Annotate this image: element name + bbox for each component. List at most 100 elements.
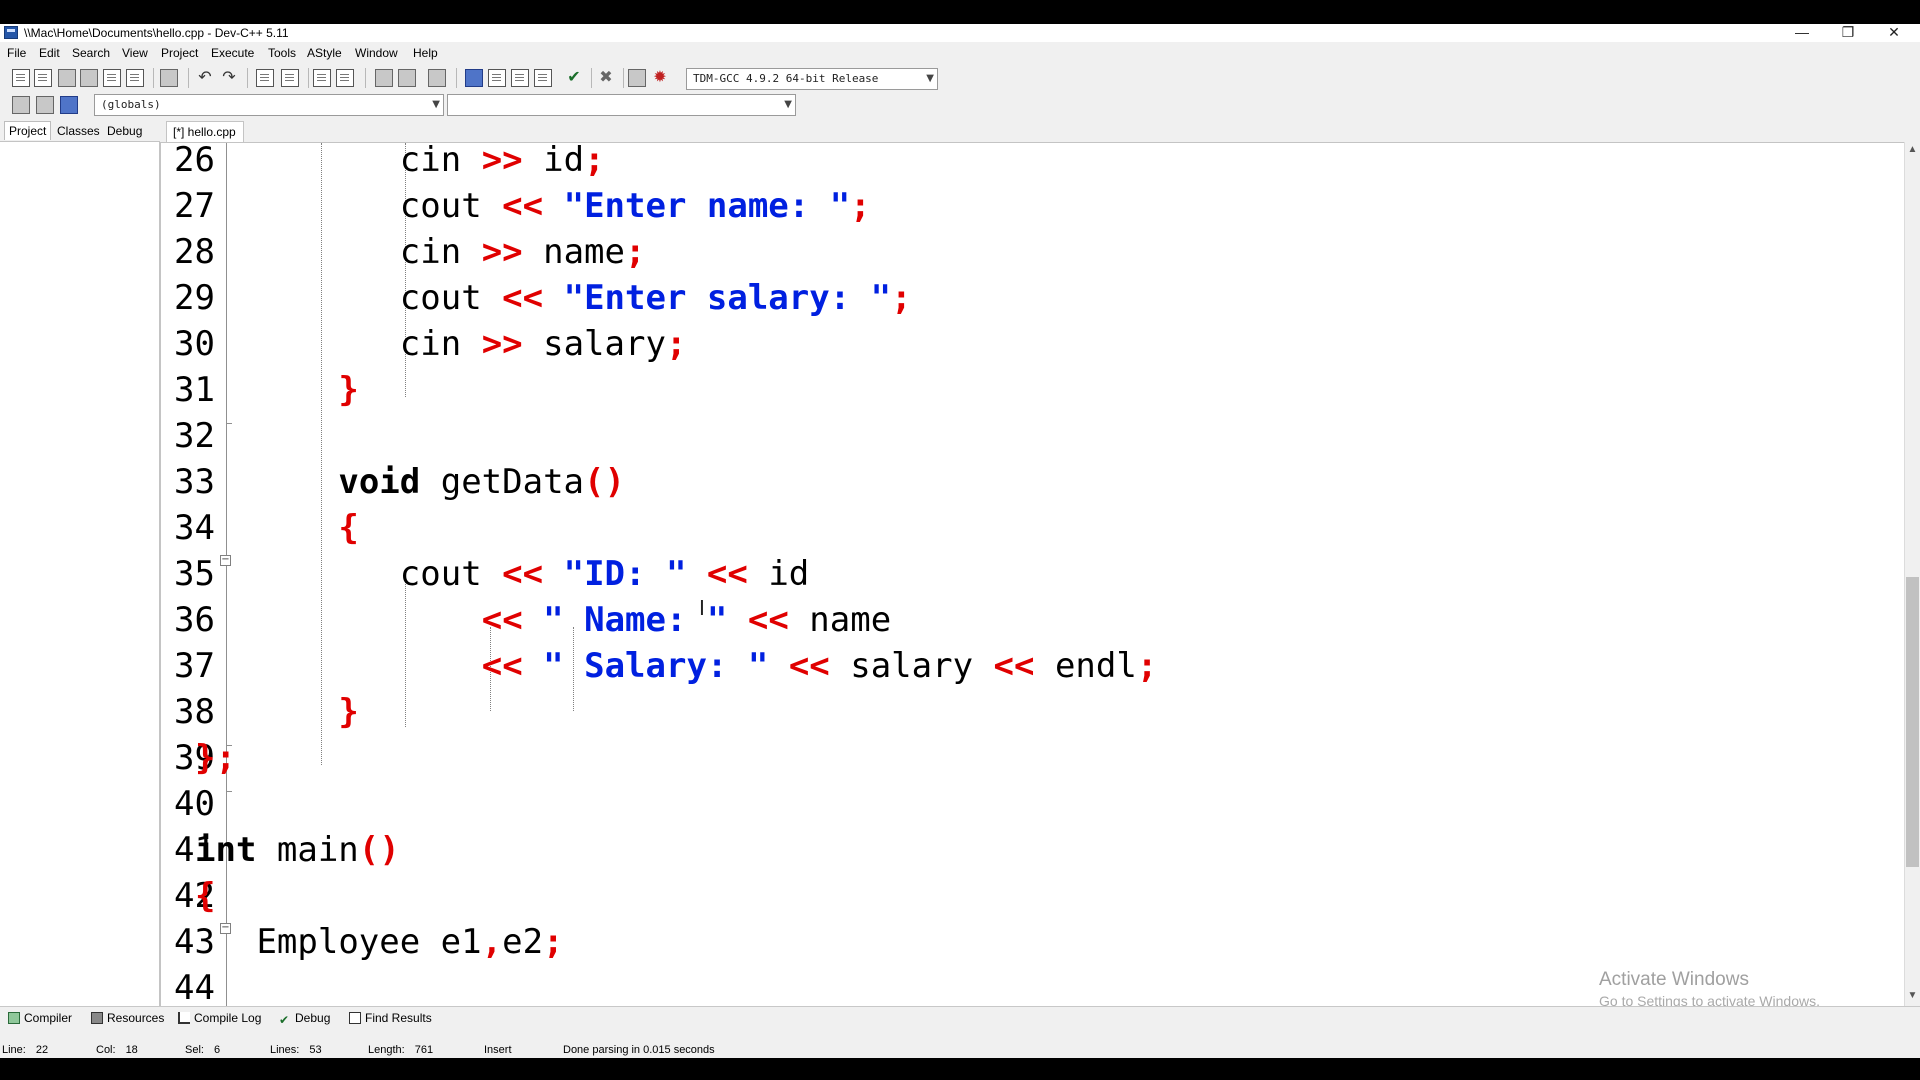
- menu-execute[interactable]: Execute: [211, 46, 254, 60]
- goto-icon[interactable]: [36, 96, 54, 114]
- code-token: <<: [747, 600, 789, 640]
- compile-icon[interactable]: [465, 69, 483, 87]
- open-icon[interactable]: [34, 69, 52, 87]
- fold-end-marker: [226, 791, 232, 792]
- bookmarks-icon[interactable]: [60, 96, 78, 114]
- replace-icon[interactable]: [281, 69, 299, 87]
- save-icon[interactable]: [58, 69, 76, 87]
- debug-icon[interactable]: ✹: [651, 69, 669, 87]
- status-sel-label: Sel:: [185, 1044, 204, 1056]
- fold-margin: [226, 143, 227, 1006]
- syntax-check-icon[interactable]: ✔: [565, 69, 583, 87]
- chevron-down-icon: ▼: [784, 99, 792, 110]
- vertical-scrollbar[interactable]: ▲ ▼: [1904, 142, 1920, 1006]
- text-cursor-icon: I: [699, 596, 705, 620]
- indent-guide: [321, 143, 322, 765]
- code-token: cin: [399, 324, 482, 364]
- profile-icon[interactable]: [628, 69, 646, 87]
- code-token: e2: [502, 922, 544, 962]
- member-select[interactable]: ▼: [447, 94, 796, 116]
- menu-astyle[interactable]: AStyle: [307, 46, 342, 60]
- line-number-gutter: 26 27 28 29 30 31 32 33 34 35 36 37 38 39 40 41 42 43 44: [161, 143, 226, 1006]
- indent-icon[interactable]: [375, 69, 393, 87]
- code-line: cin >> id;: [400, 142, 605, 183]
- close-button[interactable]: ✕: [1872, 24, 1916, 42]
- code-line: }: [338, 367, 358, 413]
- close-all-icon[interactable]: [126, 69, 144, 87]
- menu-view[interactable]: View: [122, 46, 148, 60]
- status-line-value: 22: [35, 1044, 49, 1056]
- line-number: 40: [174, 784, 215, 824]
- bookmark-icon[interactable]: [336, 69, 354, 87]
- menu-help[interactable]: Help: [413, 46, 438, 60]
- menu-file[interactable]: File: [7, 46, 26, 60]
- scroll-down-arrow-icon[interactable]: ▼: [1905, 990, 1920, 1001]
- tab-project[interactable]: Project: [4, 121, 52, 140]
- fold-toggle-icon[interactable]: −: [220, 555, 231, 566]
- line-number: 44: [174, 968, 215, 1006]
- code-line: void getData(): [338, 459, 625, 505]
- line-number: 33: [174, 462, 215, 502]
- toggle-comment-icon[interactable]: [428, 69, 446, 87]
- undo-icon[interactable]: ↶: [196, 69, 214, 87]
- compile-run-icon[interactable]: [511, 69, 529, 87]
- run-icon[interactable]: [488, 69, 506, 87]
- menu-window[interactable]: Window: [355, 46, 398, 60]
- insert-icon[interactable]: [12, 96, 30, 114]
- redo-icon[interactable]: ↷: [220, 69, 238, 87]
- line-number: 30: [174, 324, 215, 364]
- stop-icon[interactable]: ✖: [597, 69, 615, 87]
- code-token: Employee e1: [256, 922, 482, 962]
- line-number: 36: [174, 600, 215, 640]
- code-token: cin: [399, 232, 482, 272]
- new-file-icon[interactable]: [12, 69, 30, 87]
- editor-tab-hello-cpp[interactable]: [*] hello.cpp: [166, 121, 244, 142]
- print-icon[interactable]: [160, 69, 178, 87]
- code-token: (): [358, 830, 400, 870]
- status-line-label: Line:: [2, 1044, 26, 1056]
- code-token: >>: [481, 142, 523, 180]
- tab-resources-label: Resources: [107, 1011, 165, 1025]
- window-title: \\Mac\Home\Documents\hello.cpp - Dev-C++…: [24, 26, 289, 40]
- goto-line-icon[interactable]: [313, 69, 331, 87]
- rebuild-icon[interactable]: [534, 69, 552, 87]
- tab-debug-output[interactable]: ✔ Debug: [279, 1011, 330, 1026]
- tab-debug[interactable]: Debug: [103, 123, 146, 139]
- scroll-up-arrow-icon[interactable]: ▲: [1905, 144, 1920, 155]
- line-number: 27: [174, 186, 215, 226]
- menu-project[interactable]: Project: [161, 46, 198, 60]
- scrollbar-thumb[interactable]: [1906, 577, 1919, 867]
- menu-tools[interactable]: Tools: [268, 46, 296, 60]
- activate-windows-title: Activate Windows: [1599, 969, 1749, 990]
- unindent-icon[interactable]: [398, 69, 416, 87]
- tab-compiler[interactable]: Compiler: [8, 1011, 72, 1025]
- code-token: {: [195, 876, 216, 916]
- compiler-select[interactable]: TDM-GCC 4.9.2 64-bit Release ▼: [686, 68, 938, 90]
- find-icon[interactable]: [256, 69, 274, 87]
- tab-compile-log[interactable]: Compile Log: [178, 1011, 261, 1025]
- scope-select[interactable]: (globals) ▼: [94, 94, 444, 116]
- code-editor[interactable]: 26 27 28 29 30 31 32 33 34 35 36 37 38 39 40 41 42 43 44 −…: [160, 142, 1904, 1006]
- toolbar-separator: [591, 68, 592, 88]
- save-all-icon[interactable]: [80, 69, 98, 87]
- code-line: cout << "ID: " << id: [400, 551, 809, 597]
- menu-search[interactable]: Search: [72, 46, 110, 60]
- chevron-down-icon: ▼: [432, 99, 440, 110]
- code-token: <<: [706, 554, 748, 594]
- close-file-icon[interactable]: [103, 69, 121, 87]
- code-line: cin >> salary;: [400, 321, 687, 367]
- code-token: <<: [993, 646, 1035, 686]
- line-number: 29: [174, 278, 215, 318]
- tab-classes[interactable]: Classes: [53, 123, 104, 139]
- menu-edit[interactable]: Edit: [39, 46, 60, 60]
- tab-find-results[interactable]: Find Results: [349, 1011, 432, 1025]
- code-line: << " Name: " << name: [482, 597, 891, 643]
- toolbar-separator: [247, 68, 248, 88]
- minimize-button[interactable]: —: [1780, 24, 1824, 42]
- restore-button[interactable]: ❐: [1826, 24, 1870, 42]
- fold-toggle-icon[interactable]: −: [220, 923, 231, 934]
- tab-resources[interactable]: Resources: [91, 1011, 164, 1025]
- title-bar: \\Mac\Home\Documents\hello.cpp - Dev-C++…: [0, 24, 1920, 42]
